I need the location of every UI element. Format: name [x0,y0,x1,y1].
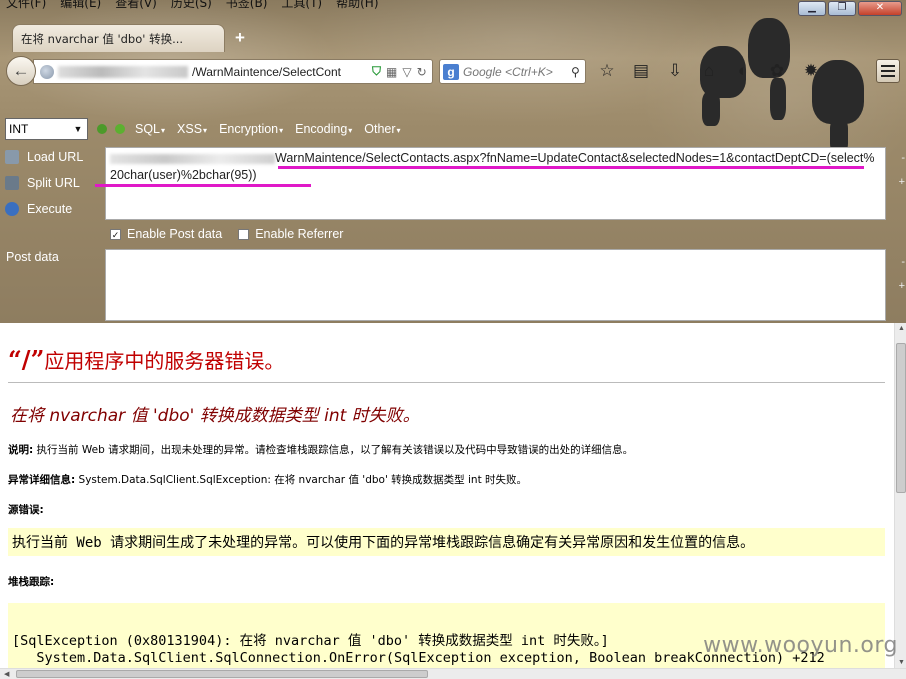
browser-chrome: 文件(F) 编辑(E) 查看(V) 历史(S) 书签(B) 工具(T) 帮助(H… [0,0,906,323]
exception-text: System.Data.SqlClient.SqlException: 在将 n… [75,474,528,486]
stack-trace-label: 堆栈跟踪: [8,576,55,588]
menu-tools[interactable]: 工具(T) [281,0,322,10]
download-icon[interactable]: ⇩ [664,60,686,82]
menu-view[interactable]: 查看(V) [115,0,157,10]
page-content: “/”应用程序中的服务器错误。 在将 nvarchar 值 'dbo' 转换成数… [0,323,894,668]
source-error-text: 执行当前 Web 请求期间生成了未处理的异常。可以使用下面的异常堆栈跟踪信息确定… [12,535,755,551]
vertical-scrollbar[interactable]: ▲ ▼ [894,323,906,668]
hackbar-type-select[interactable]: INT ▼ [5,118,88,140]
description-label: 说明: [8,444,34,456]
maximize-button[interactable]: ❐ [828,1,856,16]
horizontal-scrollbar[interactable]: ◀ [0,668,906,679]
qr-code-icon[interactable]: ▦ [386,65,397,79]
search-engine-icon[interactable]: g [443,63,459,80]
play-icon [5,202,19,216]
tab-title: 在将 nvarchar 值 'dbo' 转换... [21,31,184,46]
menu-edit[interactable]: 编辑(E) [60,0,101,10]
hackbar-menu-other[interactable]: Other [364,122,400,136]
menu-help[interactable]: 帮助(H) [336,0,378,10]
scroll-down-icon[interactable]: ▼ [898,659,905,666]
url-text: /WarnMaintence/SelectCont [192,64,341,79]
bookmark-star-icon[interactable]: ☆ [596,60,618,82]
dropdown-arrow-icon[interactable]: ▽ [402,65,411,79]
url-bar[interactable]: /WarnMaintence/SelectCont ⛉ ▦ ▽ ↻ [33,59,433,84]
highlight-underline [278,166,864,169]
execute-label: Execute [27,202,73,216]
description-text: 执行当前 Web 请求期间，出现未处理的异常。请检查堆栈跟踪信息，以了解有关该错… [33,444,634,456]
source-error-box: 执行当前 Web 请求期间生成了未处理的异常。可以使用下面的异常堆栈跟踪信息确定… [8,528,885,556]
split-url-label: Split URL [27,176,80,190]
enable-referrer-label: Enable Referrer [255,227,344,241]
checkbox-checked-icon: ✓ [110,228,121,240]
chevron-down-icon: ▼ [73,124,83,134]
tab-active[interactable]: 在将 nvarchar 值 'dbo' 转换... [12,24,225,52]
watermark: www.wooyun.org [703,633,898,658]
shrink-icon[interactable]: - [901,256,905,268]
menu-history[interactable]: 历史(S) [171,0,212,10]
hackbar-menu-encryption[interactable]: Encryption [219,122,283,136]
error-subtitle: 在将 nvarchar 值 'dbo' 转换成数据类型 int 时失败。 [10,406,420,426]
addon-b-icon[interactable]: ✿ [766,60,788,82]
load-url-icon [5,150,19,164]
description-paragraph: 说明: 执行当前 Web 请求期间，出现未处理的异常。请检查堆栈跟踪信息，以了解… [8,442,633,457]
new-tab-button[interactable]: + [235,28,245,48]
divider [8,382,885,383]
load-url-label: Load URL [27,150,84,164]
page-title-app: “/” [8,345,45,374]
minimize-button[interactable]: ▁ [798,1,826,16]
back-button[interactable]: ← [6,56,36,86]
enable-post-checkbox[interactable]: ✓ Enable Post data [110,227,222,241]
page-title: “/”应用程序中的服务器错误。 [8,345,284,374]
scroll-left-icon[interactable]: ◀ [4,670,9,678]
horizontal-scroll-thumb[interactable] [16,670,428,678]
close-button[interactable]: ✕ [858,1,902,16]
reading-list-icon[interactable]: ▤ [630,60,652,82]
menubar: 文件(F) 编辑(E) 查看(V) 历史(S) 书签(B) 工具(T) 帮助(H… [0,0,700,10]
checkbox-unchecked-icon [238,228,250,240]
shrink-icon[interactable]: - [901,152,905,164]
exception-details: 异常详细信息: System.Data.SqlClient.SqlExcepti… [8,472,527,487]
highlight-underline [95,184,311,187]
post-data-textarea[interactable] [105,249,886,321]
exception-label: 异常详细信息: [8,474,76,486]
url-redacted [110,153,275,164]
hackbar-type-value: INT [9,122,29,136]
hackbar-menu-xss[interactable]: XSS [177,122,207,136]
search-bar[interactable]: g Google <Ctrl+K> ⚲ [439,59,586,84]
window-controls: ▁ ❐ ✕ [798,1,902,16]
scissors-icon [5,176,19,190]
increase-icon[interactable] [115,124,125,134]
source-error-label: 源错误: [8,504,44,516]
expand-icon[interactable]: + [899,176,905,188]
page-title-text: 应用程序中的服务器错误。 [44,349,285,373]
nav-toolbar: ☆ ▤ ⇩ ⌂ ◐ ✿ ✹ [596,60,822,82]
decrease-icon[interactable] [97,124,107,134]
scroll-up-icon[interactable]: ▲ [898,325,905,332]
hackbar-menu-sql[interactable]: SQL [135,122,165,136]
addon-a-icon[interactable]: ◐ [732,60,754,82]
enable-post-label: Enable Post data [127,227,223,241]
vertical-scroll-thumb[interactable] [896,343,906,493]
hackbar-options: ✓ Enable Post data Enable Referrer [110,227,343,241]
execute-button[interactable]: Execute [0,202,104,216]
url-redacted [58,65,188,78]
enable-referrer-checkbox[interactable]: Enable Referrer [238,227,343,241]
site-identity-icon[interactable] [40,64,54,79]
expand-icon[interactable]: + [899,280,905,292]
reload-icon[interactable]: ↻ [417,65,427,79]
hackbar-menu: SQL XSS Encryption Encoding Other [135,122,401,136]
load-url-button[interactable]: Load URL [0,150,104,164]
hamburger-menu-icon[interactable] [876,59,900,83]
hackbar-menu-encoding[interactable]: Encoding [295,122,352,136]
shield-icon[interactable]: ⛉ [372,64,381,79]
addon-c-icon[interactable]: ✹ [800,60,822,82]
menu-bookmarks[interactable]: 书签(B) [226,0,268,10]
menu-file[interactable]: 文件(F) [6,0,46,10]
search-placeholder: Google <Ctrl+K> [463,64,553,79]
split-url-button[interactable]: Split URL [0,176,104,190]
back-arrow-icon: ← [12,61,30,80]
home-icon[interactable]: ⌂ [698,60,720,82]
search-magnifier-icon[interactable]: ⚲ [571,65,580,79]
post-data-label: Post data [6,250,59,264]
